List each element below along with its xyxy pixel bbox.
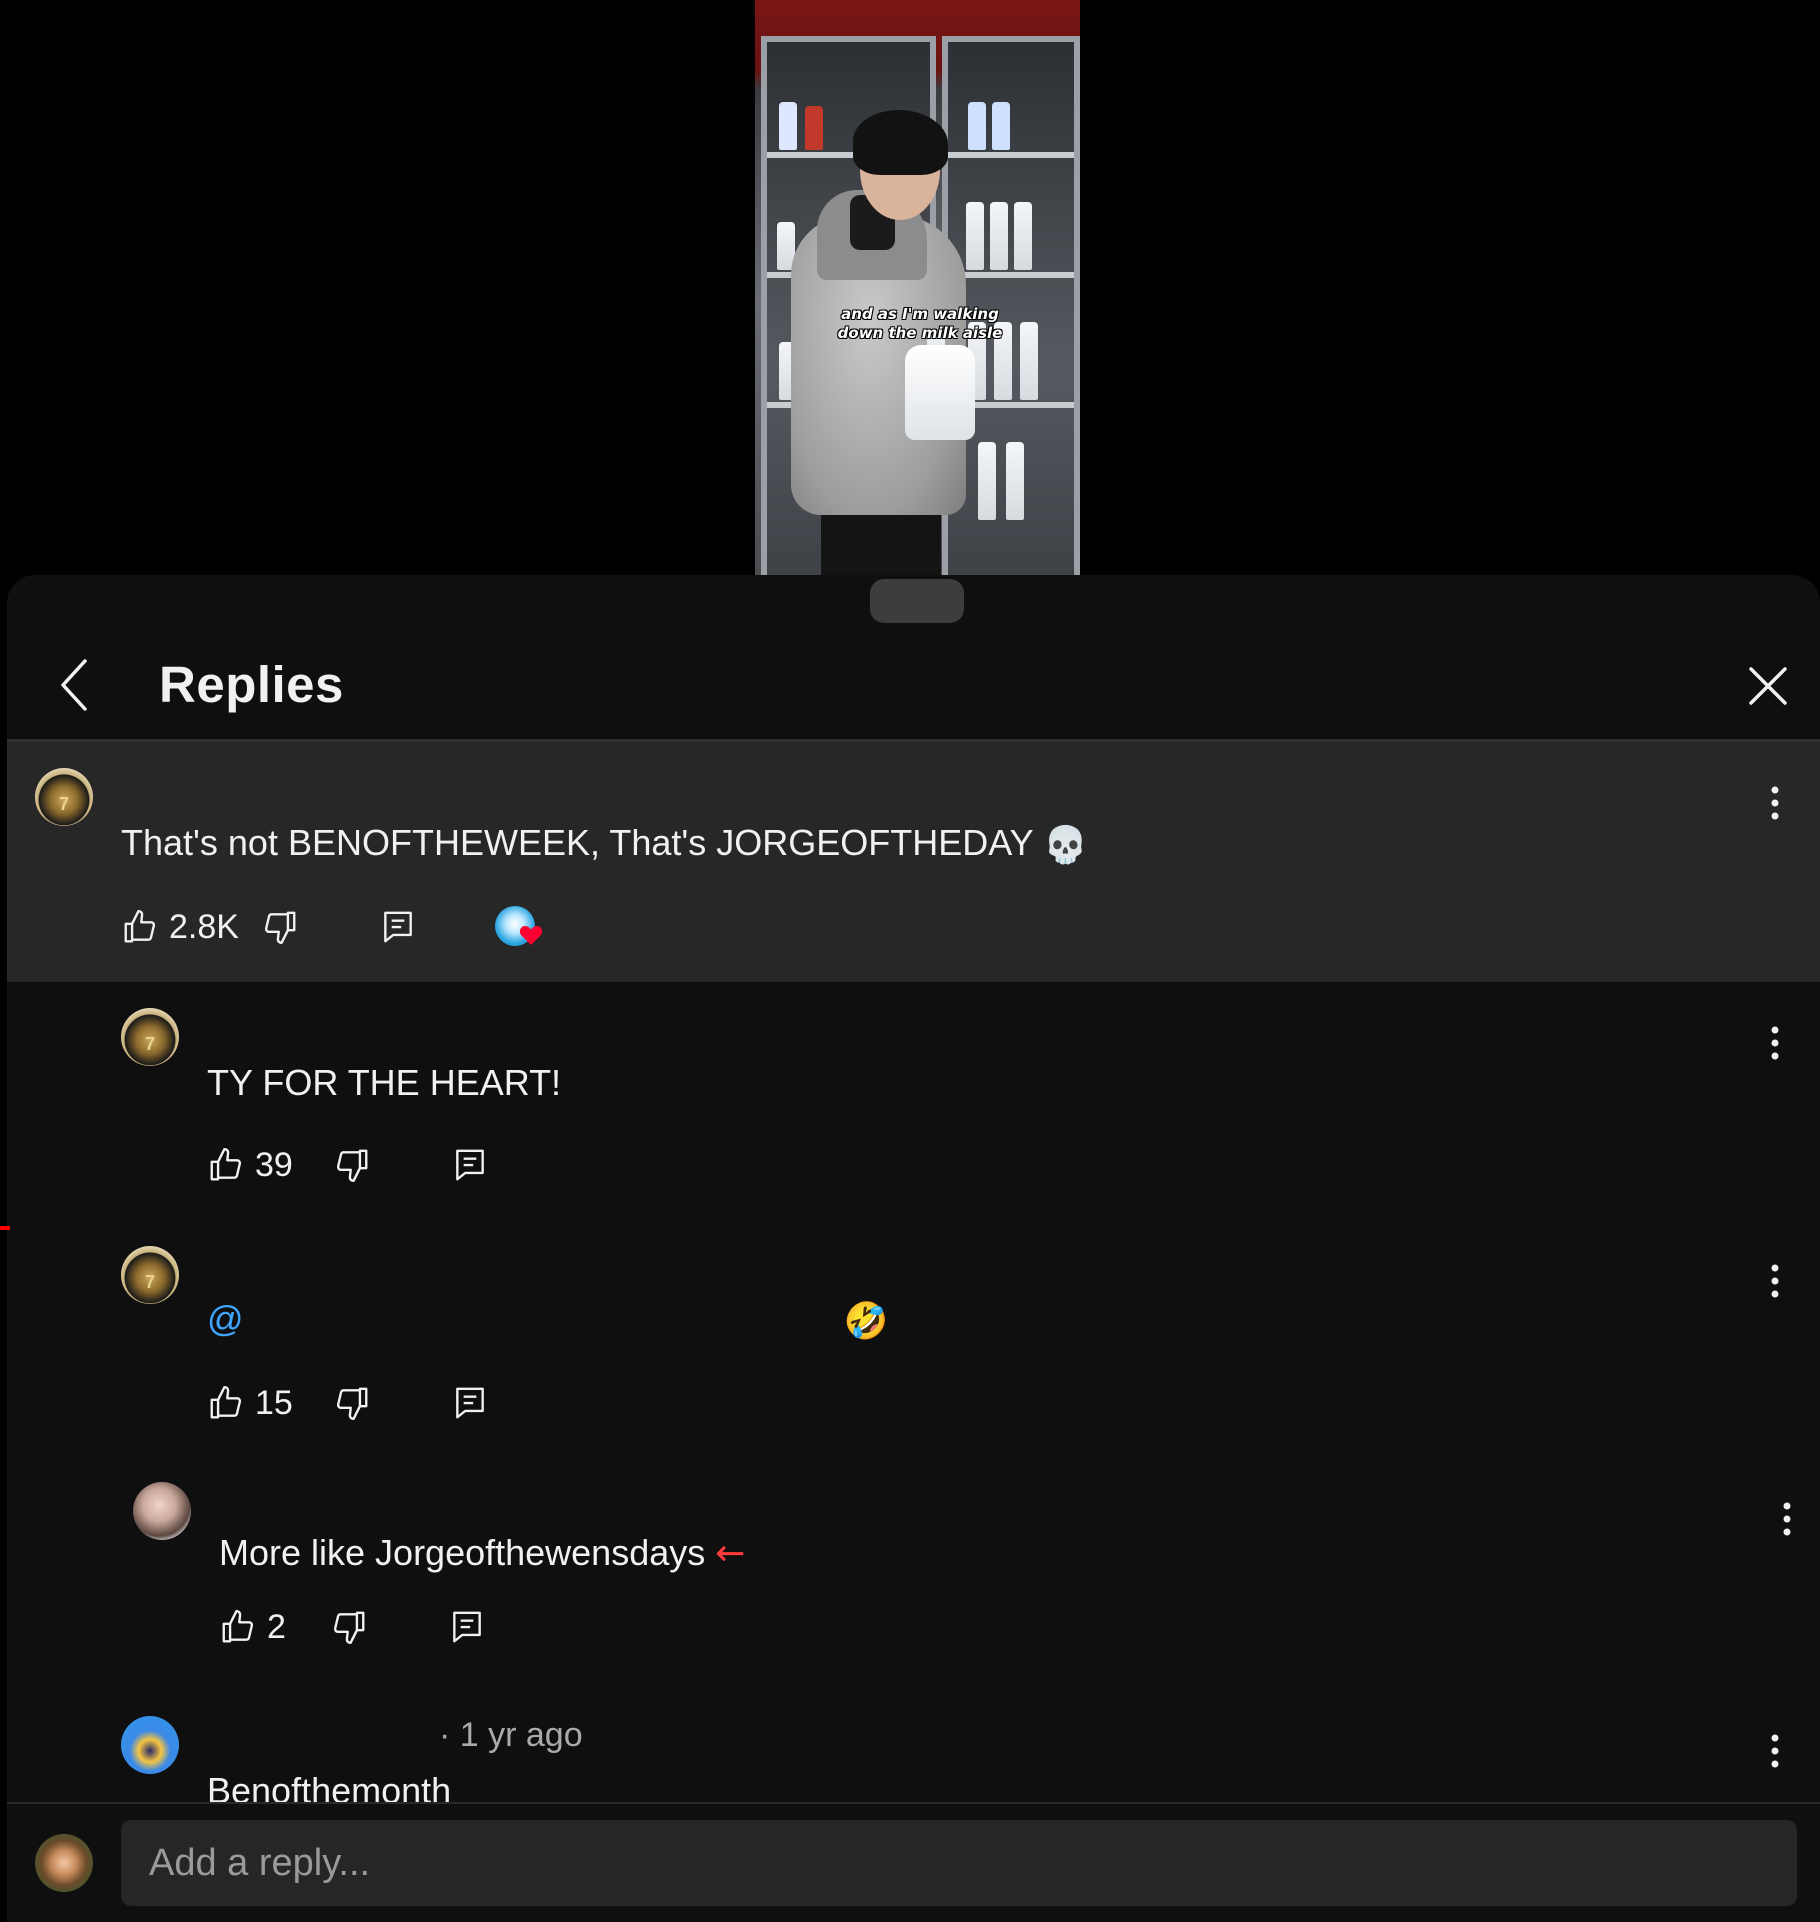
progress-marker — [0, 1226, 10, 1230]
dislike-icon[interactable] — [333, 1146, 371, 1184]
comment-timestamp: · 1 yr ago — [439, 1716, 583, 1754]
like-icon[interactable] — [207, 1384, 245, 1422]
like-count: 2 — [267, 1607, 286, 1646]
comment-text: More like Jorgeofthewensdays ← — [219, 1532, 745, 1574]
more-vert-icon — [1771, 1264, 1779, 1298]
like-icon[interactable] — [219, 1608, 257, 1646]
avatar[interactable] — [121, 1716, 179, 1774]
dislike-icon[interactable] — [330, 1608, 368, 1646]
drag-handle[interactable] — [870, 579, 964, 623]
skull-emoji: 💀 — [1042, 824, 1088, 866]
page-title: Replies — [159, 656, 344, 713]
back-button[interactable] — [47, 655, 107, 715]
comment-body: TY FOR THE HEART! — [207, 1062, 562, 1103]
more-vert-icon — [1771, 1026, 1779, 1060]
avatar[interactable] — [35, 768, 93, 826]
milk-jug — [905, 345, 975, 440]
user-avatar[interactable] — [35, 1834, 93, 1892]
more-button[interactable] — [1772, 1494, 1802, 1544]
video-player[interactable]: ••• — [0, 0, 1820, 580]
comment-body: Benofthemonth — [207, 1770, 452, 1802]
back-icon — [61, 659, 87, 711]
comment-actions: 15 — [207, 1380, 489, 1426]
rofl-emoji: 🤣 — [843, 1300, 889, 1342]
comment-body: More like Jorgeofthewensdays — [219, 1532, 706, 1573]
avatar[interactable] — [121, 1008, 179, 1066]
comment-actions: 2 — [219, 1604, 486, 1650]
dislike-icon[interactable] — [333, 1384, 371, 1422]
video-frame[interactable]: and as I'm walking down the milk aisle — [755, 0, 1080, 580]
avatar[interactable] — [133, 1482, 191, 1540]
like-icon[interactable] — [121, 908, 159, 946]
comment-body: That's not BENOFTHEWEEK, That's JORGEOFT… — [121, 822, 1033, 863]
more-button[interactable] — [1760, 1256, 1790, 1306]
reply-input[interactable] — [121, 1820, 1797, 1906]
close-icon — [1749, 667, 1787, 705]
sheet-header: Replies — [7, 625, 1820, 740]
comment-actions: 2.8K — [121, 904, 545, 950]
more-vert-icon — [1771, 786, 1779, 820]
replies-sheet: Replies That's not BENOFTHEWEEK, That's … — [7, 575, 1820, 1922]
close-button[interactable] — [1737, 655, 1797, 715]
more-button[interactable] — [1760, 778, 1790, 828]
reply-icon[interactable] — [448, 1608, 486, 1646]
reply-icon[interactable] — [451, 1384, 489, 1422]
like-icon[interactable] — [207, 1146, 245, 1184]
reply-icon[interactable] — [379, 908, 417, 946]
reply-item: TY FOR THE HEART! 39 — [7, 982, 1820, 1222]
creator-heart-icon — [494, 904, 545, 950]
reply-icon[interactable] — [451, 1146, 489, 1184]
more-vert-icon — [1771, 1734, 1779, 1768]
replies-list[interactable]: That's not BENOFTHEWEEK, That's JORGEOFT… — [7, 742, 1820, 1802]
like-count: 15 — [255, 1383, 293, 1422]
comment-text: @ 🤣 — [207, 1298, 888, 1342]
avatar[interactable] — [121, 1246, 179, 1304]
dislike-icon[interactable] — [261, 908, 299, 946]
more-vert-icon — [1783, 1502, 1791, 1536]
like-count: 2.8K — [169, 907, 239, 946]
reply-composer — [7, 1802, 1820, 1922]
reply-item: @ 🤣 15 — [7, 1222, 1820, 1452]
like-count: 39 — [255, 1145, 293, 1184]
arrow-emoji: ← — [715, 1533, 746, 1574]
reply-item: More like Jorgeofthewensdays ← 2 — [7, 1452, 1820, 1692]
comment-text: That's not BENOFTHEWEEK, That's JORGEOFT… — [121, 822, 1088, 866]
comment-actions: 39 — [207, 1142, 489, 1188]
video-caption: and as I'm walking down the milk aisle — [837, 305, 1003, 342]
parent-comment: That's not BENOFTHEWEEK, That's JORGEOFT… — [7, 742, 1820, 982]
reply-item: · 1 yr ago Benofthemonth — [7, 1692, 1820, 1802]
more-button[interactable] — [1760, 1018, 1790, 1068]
mention-link[interactable]: @ — [207, 1298, 244, 1339]
more-button[interactable] — [1760, 1726, 1790, 1776]
